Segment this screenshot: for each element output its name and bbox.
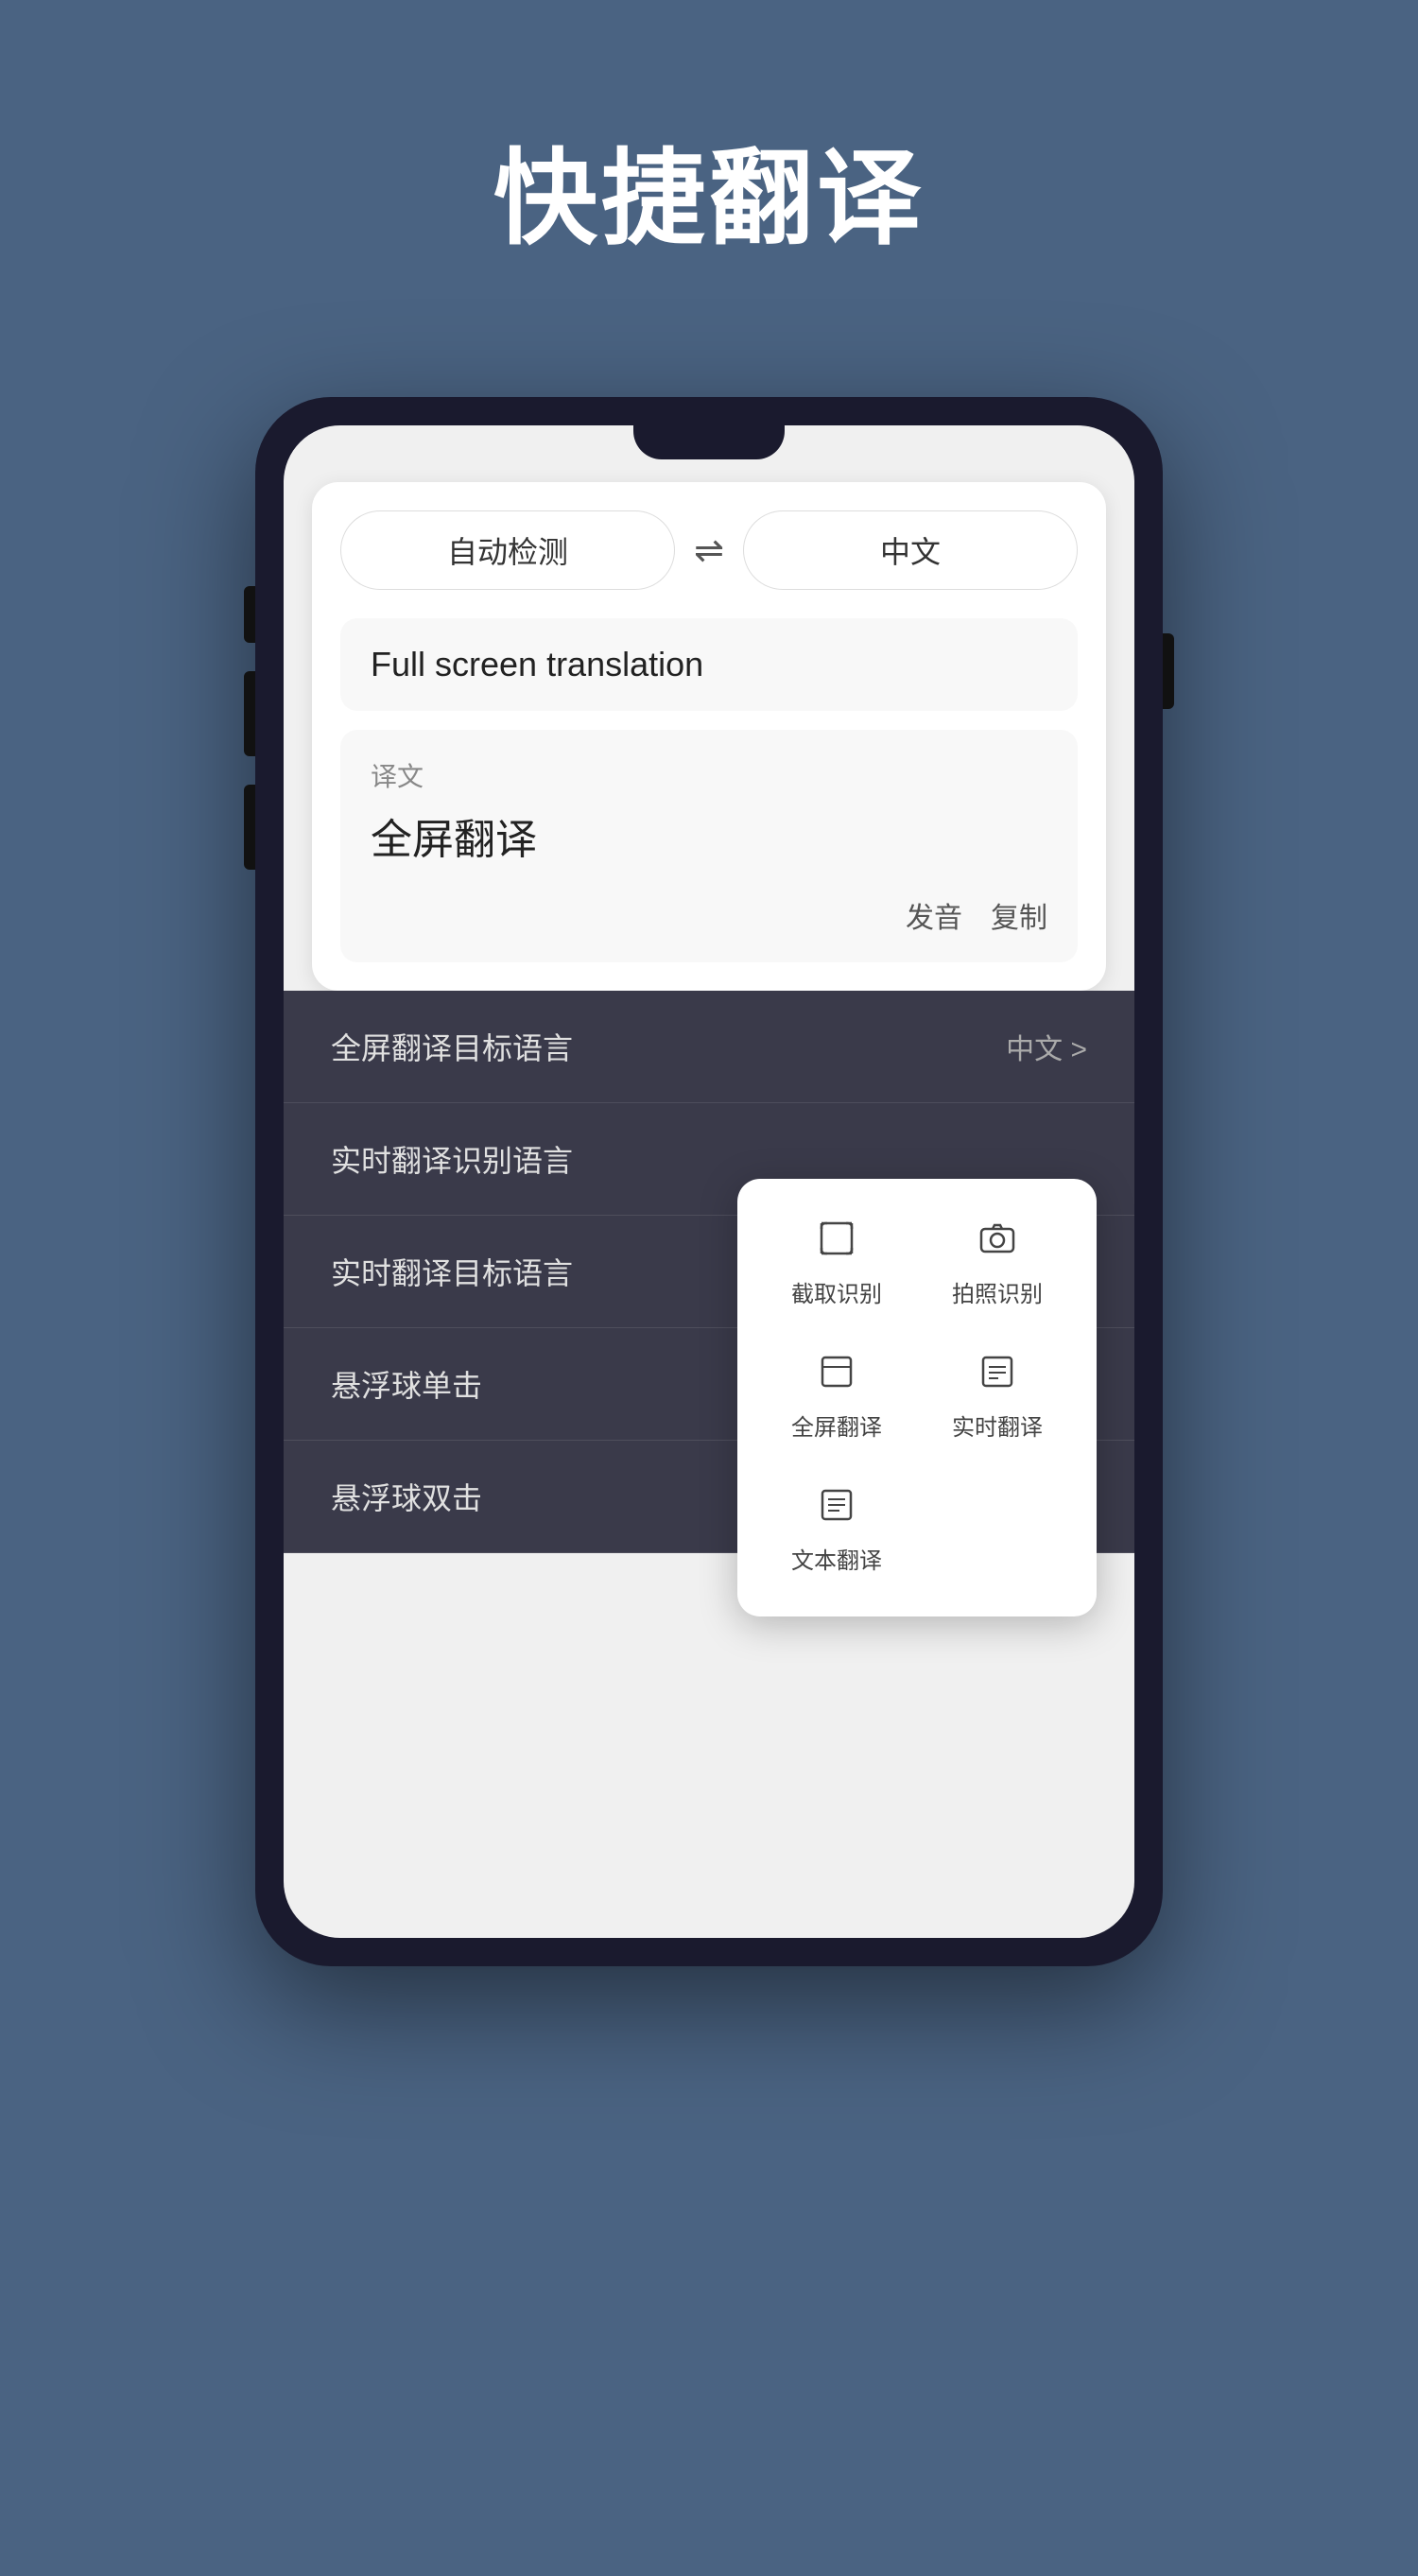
mute-button [244,586,255,643]
settings-area: 全屏翻译目标语言 中文 > 实时翻译识别语言 [284,991,1134,1553]
swap-languages-icon[interactable]: ⇌ [694,529,724,572]
quick-item-fullscreen-label: 全屏翻译 [791,1409,882,1442]
phone-screen: 自动检测 ⇌ 中文 Full screen translation 译文 全屏翻… [284,425,1134,1938]
page-title: 快捷翻译 [493,113,925,265]
input-text-box[interactable]: Full screen translation [340,618,1078,711]
quick-item-text-label: 文本翻译 [791,1542,882,1575]
fullscreen-icon [819,1354,855,1399]
source-language-button[interactable]: 自动检测 [340,510,675,590]
volume-up-button [244,671,255,756]
quick-item-screenshot-label: 截取识别 [791,1275,882,1308]
realtime-icon [979,1354,1015,1399]
translation-card: 自动检测 ⇌ 中文 Full screen translation 译文 全屏翻… [312,482,1106,991]
screen-content: 自动检测 ⇌ 中文 Full screen translation 译文 全屏翻… [284,425,1134,1938]
quick-item-camera[interactable]: 拍照识别 [926,1207,1068,1322]
settings-item-fullscreen-lang-value: 中文 > [1006,1026,1087,1067]
volume-down-button [244,785,255,870]
pronounce-button[interactable]: 发音 [906,894,962,936]
result-actions: 发音 复制 [371,894,1047,936]
settings-item-realtime-source-label: 实时翻译识别语言 [331,1137,573,1181]
input-text-content: Full screen translation [371,645,1047,684]
quick-item-screenshot[interactable]: 截取识别 [766,1207,908,1322]
screenshot-icon [819,1220,855,1266]
result-text: 全屏翻译 [371,805,1047,866]
text-icon [819,1487,855,1532]
result-label: 译文 [371,756,1047,794]
quick-popup-grid: 截取识别 拍照识别 [766,1207,1068,1588]
copy-button[interactable]: 复制 [991,894,1047,936]
quick-item-camera-label: 拍照识别 [952,1275,1043,1308]
quick-item-realtime-label: 实时翻译 [952,1409,1043,1442]
camera-notch [633,425,785,459]
language-selector-row: 自动检测 ⇌ 中文 [340,510,1078,590]
quick-action-popup: 截取识别 拍照识别 [737,1179,1097,1616]
target-language-button[interactable]: 中文 [743,510,1078,590]
quick-item-realtime[interactable]: 实时翻译 [926,1340,1068,1455]
phone-mockup: 自动检测 ⇌ 中文 Full screen translation 译文 全屏翻… [255,397,1163,1966]
result-box: 译文 全屏翻译 发音 复制 [340,730,1078,962]
settings-item-fullscreen-lang[interactable]: 全屏翻译目标语言 中文 > [284,991,1134,1103]
quick-item-fullscreen[interactable]: 全屏翻译 [766,1340,908,1455]
settings-item-realtime-target-label: 实时翻译目标语言 [331,1250,573,1293]
settings-item-float-double-label: 悬浮球双击 [331,1475,482,1518]
power-button [1163,633,1174,709]
camera-icon [979,1220,1015,1266]
settings-item-float-single-label: 悬浮球单击 [331,1362,482,1406]
quick-item-text[interactable]: 文本翻译 [766,1474,908,1588]
settings-item-fullscreen-lang-label: 全屏翻译目标语言 [331,1025,573,1068]
